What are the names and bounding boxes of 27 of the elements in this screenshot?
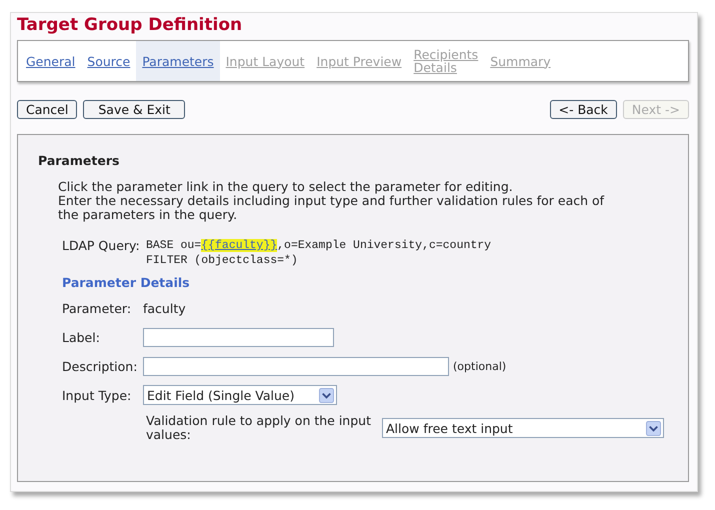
section-heading: Parameters <box>38 153 120 168</box>
button[interactable]: <- Back <box>550 100 617 119</box>
tab[interactable]: General <box>20 41 82 81</box>
optional-note: (optional) <box>453 360 506 372</box>
button[interactable]: Cancel <box>17 100 78 119</box>
tab[interactable]: Parameters <box>136 41 220 81</box>
query-label: LDAP Query: <box>62 238 141 255</box>
field-label: Label: <box>62 330 101 344</box>
query-text: BASE ou= <box>146 239 202 252</box>
button[interactable]: Save & Exit <box>83 100 186 119</box>
page-title: Target Group Definition <box>17 15 244 35</box>
query-text: FILTER (objectclass=*) <box>146 254 298 267</box>
dropdown[interactable]: Edit Field (Single Value) <box>143 385 337 405</box>
instruction-text: Enter the necessary details including input type and further validation rules for each of the parameters in the query. <box>58 194 606 222</box>
parameter-value: faculty <box>143 300 186 316</box>
query-text: ,o=Example University,c=country <box>277 239 492 252</box>
field-label: Parameter: <box>62 300 132 316</box>
field-label: Input Type: <box>62 388 132 402</box>
parameter-link[interactable]: {{faculty}} <box>201 239 278 252</box>
input-field[interactable] <box>143 356 449 376</box>
input-field[interactable] <box>143 328 334 346</box>
instruction-text: Click the parameter link in the query to select the parameter for editing. <box>58 180 514 194</box>
tab[interactable]: Source <box>81 41 136 81</box>
dropdown[interactable]: Allow free text input <box>382 418 664 438</box>
field-label: Description: <box>62 358 138 374</box>
subsection-heading: Parameter Details <box>61 275 191 290</box>
field-label: Validation rule to apply on the input values: <box>146 414 372 442</box>
